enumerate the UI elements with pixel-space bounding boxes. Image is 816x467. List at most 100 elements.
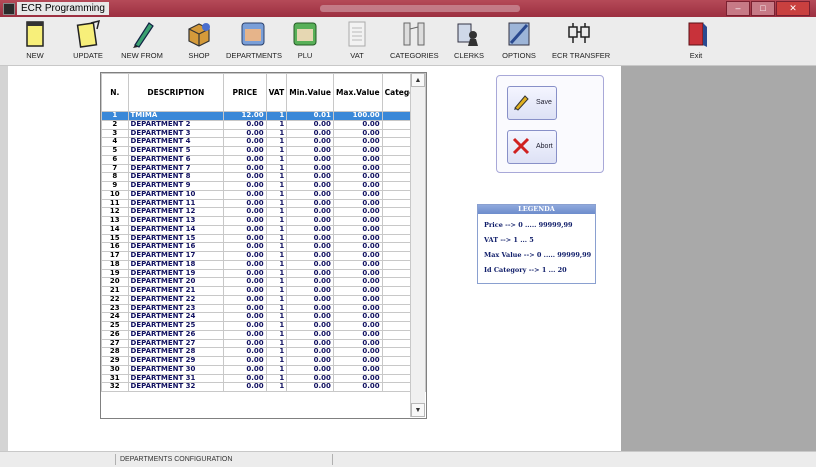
cell-price[interactable]: 0.00 xyxy=(223,356,267,366)
abort-button[interactable]: Abort xyxy=(507,130,557,164)
cell-max-value[interactable]: 0.00 xyxy=(332,364,383,375)
cell-vat[interactable]: 1 xyxy=(265,286,288,296)
cell-max-value[interactable]: 0.00 xyxy=(332,119,383,130)
table-row[interactable]: 26DEPARTMENT 260.0010.000.001 xyxy=(101,329,426,340)
cell-max-value[interactable]: 0.00 xyxy=(332,259,383,270)
cell-n[interactable]: 1 xyxy=(101,111,129,121)
cell-min-value[interactable]: 0.00 xyxy=(286,251,334,261)
cell-description[interactable]: DEPARTMENT 30 xyxy=(127,364,225,375)
cell-vat[interactable]: 1 xyxy=(265,382,288,392)
cell-description[interactable]: DEPARTMENT 2 xyxy=(127,119,225,130)
cell-max-value[interactable]: 0.00 xyxy=(332,181,383,191)
cell-price[interactable]: 0.00 xyxy=(223,181,267,191)
cell-description[interactable]: DEPARTMENT 32 xyxy=(127,382,225,392)
cell-price[interactable]: 0.00 xyxy=(223,364,267,375)
cell-vat[interactable]: 1 xyxy=(265,364,288,375)
close-button[interactable]: ✕ xyxy=(776,1,810,16)
cell-description[interactable]: DEPARTMENT 22 xyxy=(127,294,225,305)
cell-max-value[interactable]: 0.00 xyxy=(332,251,383,261)
cell-price[interactable]: 0.00 xyxy=(223,224,267,235)
table-row[interactable]: 13DEPARTMENT 130.0010.000.001 xyxy=(101,216,426,226)
cell-description[interactable]: DEPARTMENT 5 xyxy=(127,146,225,156)
table-row[interactable]: 21DEPARTMENT 210.0010.000.001 xyxy=(101,286,426,296)
cell-description[interactable]: DEPARTMENT 9 xyxy=(127,181,225,191)
cell-n[interactable]: 30 xyxy=(101,364,129,375)
cell-min-value[interactable]: 0.00 xyxy=(286,216,334,226)
shop-button[interactable]: SHOP xyxy=(186,19,212,63)
table-row[interactable]: 5DEPARTMENT 50.0010.000.001 xyxy=(101,146,426,156)
cell-price[interactable]: 0.00 xyxy=(223,216,267,226)
table-row[interactable]: 6DEPARTMENT 60.0010.000.001 xyxy=(101,154,426,165)
cell-min-value[interactable]: 0.00 xyxy=(286,119,334,130)
new-from-button[interactable]: NEW FROM xyxy=(120,19,164,63)
ecr-transfer-button[interactable]: ECR TRANSFER xyxy=(552,19,610,63)
cell-n[interactable]: 21 xyxy=(101,286,129,296)
cell-description[interactable]: DEPARTMENT 14 xyxy=(127,224,225,235)
table-row[interactable]: 9DEPARTMENT 90.0010.000.001 xyxy=(101,181,426,191)
cell-max-value[interactable]: 0.00 xyxy=(332,286,383,296)
cell-min-value[interactable]: 0.00 xyxy=(286,364,334,375)
cell-price[interactable]: 0.00 xyxy=(223,286,267,296)
cell-n[interactable]: 13 xyxy=(101,216,129,226)
categories-button[interactable]: CATEGORIES xyxy=(390,19,439,63)
table-row[interactable]: 32DEPARTMENT 320.0010.000.001 xyxy=(101,382,426,392)
save-button[interactable]: Save xyxy=(507,86,557,120)
cell-price[interactable]: 0.00 xyxy=(223,251,267,261)
cell-min-value[interactable]: 0.00 xyxy=(286,286,334,296)
table-row[interactable]: 14DEPARTMENT 140.0010.000.001 xyxy=(101,224,426,235)
cell-vat[interactable]: 1 xyxy=(265,259,288,270)
cell-min-value[interactable]: 0.00 xyxy=(286,259,334,270)
cell-vat[interactable]: 1 xyxy=(265,321,288,331)
cell-price[interactable]: 0.00 xyxy=(223,154,267,165)
cell-n[interactable]: 18 xyxy=(101,259,129,270)
cell-min-value[interactable]: 0.00 xyxy=(286,189,334,200)
cell-vat[interactable]: 1 xyxy=(265,329,288,340)
cell-price[interactable]: 0.00 xyxy=(223,329,267,340)
cell-n[interactable]: 5 xyxy=(101,146,129,156)
cell-n[interactable]: 29 xyxy=(101,356,129,366)
cell-max-value[interactable]: 100.00 xyxy=(332,111,383,121)
cell-price[interactable]: 0.00 xyxy=(223,189,267,200)
options-button[interactable]: OPTIONS xyxy=(502,19,536,63)
cell-description[interactable]: DEPARTMENT 25 xyxy=(127,321,225,331)
cell-description[interactable]: DEPARTMENT 13 xyxy=(127,216,225,226)
cell-vat[interactable]: 1 xyxy=(265,216,288,226)
table-row[interactable]: 25DEPARTMENT 250.0010.000.001 xyxy=(101,321,426,331)
cell-vat[interactable]: 1 xyxy=(265,224,288,235)
cell-min-value[interactable]: 0.00 xyxy=(286,154,334,165)
header-vat[interactable]: VAT xyxy=(265,73,288,112)
cell-max-value[interactable]: 0.00 xyxy=(332,329,383,340)
clerks-button[interactable]: CLERKS xyxy=(454,19,484,63)
cell-description[interactable]: DEPARTMENT 21 xyxy=(127,286,225,296)
cell-n[interactable]: 10 xyxy=(101,189,129,200)
departments-button[interactable]: DEPARTMENTS xyxy=(226,19,282,63)
cell-max-value[interactable]: 0.00 xyxy=(332,216,383,226)
plu-button[interactable]: PLU xyxy=(292,19,318,63)
table-row[interactable]: 30DEPARTMENT 300.0010.000.001 xyxy=(101,364,426,375)
cell-n[interactable]: 9 xyxy=(101,181,129,191)
cell-description[interactable]: DEPARTMENT 17 xyxy=(127,251,225,261)
cell-n[interactable]: 2 xyxy=(101,119,129,130)
cell-description[interactable]: DEPARTMENT 18 xyxy=(127,259,225,270)
cell-min-value[interactable]: 0.00 xyxy=(286,224,334,235)
cell-vat[interactable]: 1 xyxy=(265,294,288,305)
cell-price[interactable]: 12.00 xyxy=(223,111,267,121)
cell-price[interactable]: 0.00 xyxy=(223,382,267,392)
cell-price[interactable]: 0.00 xyxy=(223,119,267,130)
table-row[interactable]: 17DEPARTMENT 170.0010.000.001 xyxy=(101,251,426,261)
cell-n[interactable]: 6 xyxy=(101,154,129,165)
cell-min-value[interactable]: 0.00 xyxy=(286,356,334,366)
grid-scrollbar[interactable]: ▲ ▼ xyxy=(410,73,425,417)
cell-max-value[interactable]: 0.00 xyxy=(332,146,383,156)
header-min-value[interactable]: Min.Value xyxy=(286,73,334,112)
cell-min-value[interactable]: 0.00 xyxy=(286,181,334,191)
table-row[interactable]: 10DEPARTMENT 100.0010.000.001 xyxy=(101,189,426,200)
update-button[interactable]: UPDATE xyxy=(68,19,108,63)
cell-n[interactable]: 17 xyxy=(101,251,129,261)
cell-price[interactable]: 0.00 xyxy=(223,294,267,305)
cell-price[interactable]: 0.00 xyxy=(223,259,267,270)
cell-max-value[interactable]: 0.00 xyxy=(332,154,383,165)
maximize-button[interactable]: □ xyxy=(751,1,775,16)
scroll-up-arrow[interactable]: ▲ xyxy=(411,73,425,87)
cell-vat[interactable]: 1 xyxy=(265,146,288,156)
